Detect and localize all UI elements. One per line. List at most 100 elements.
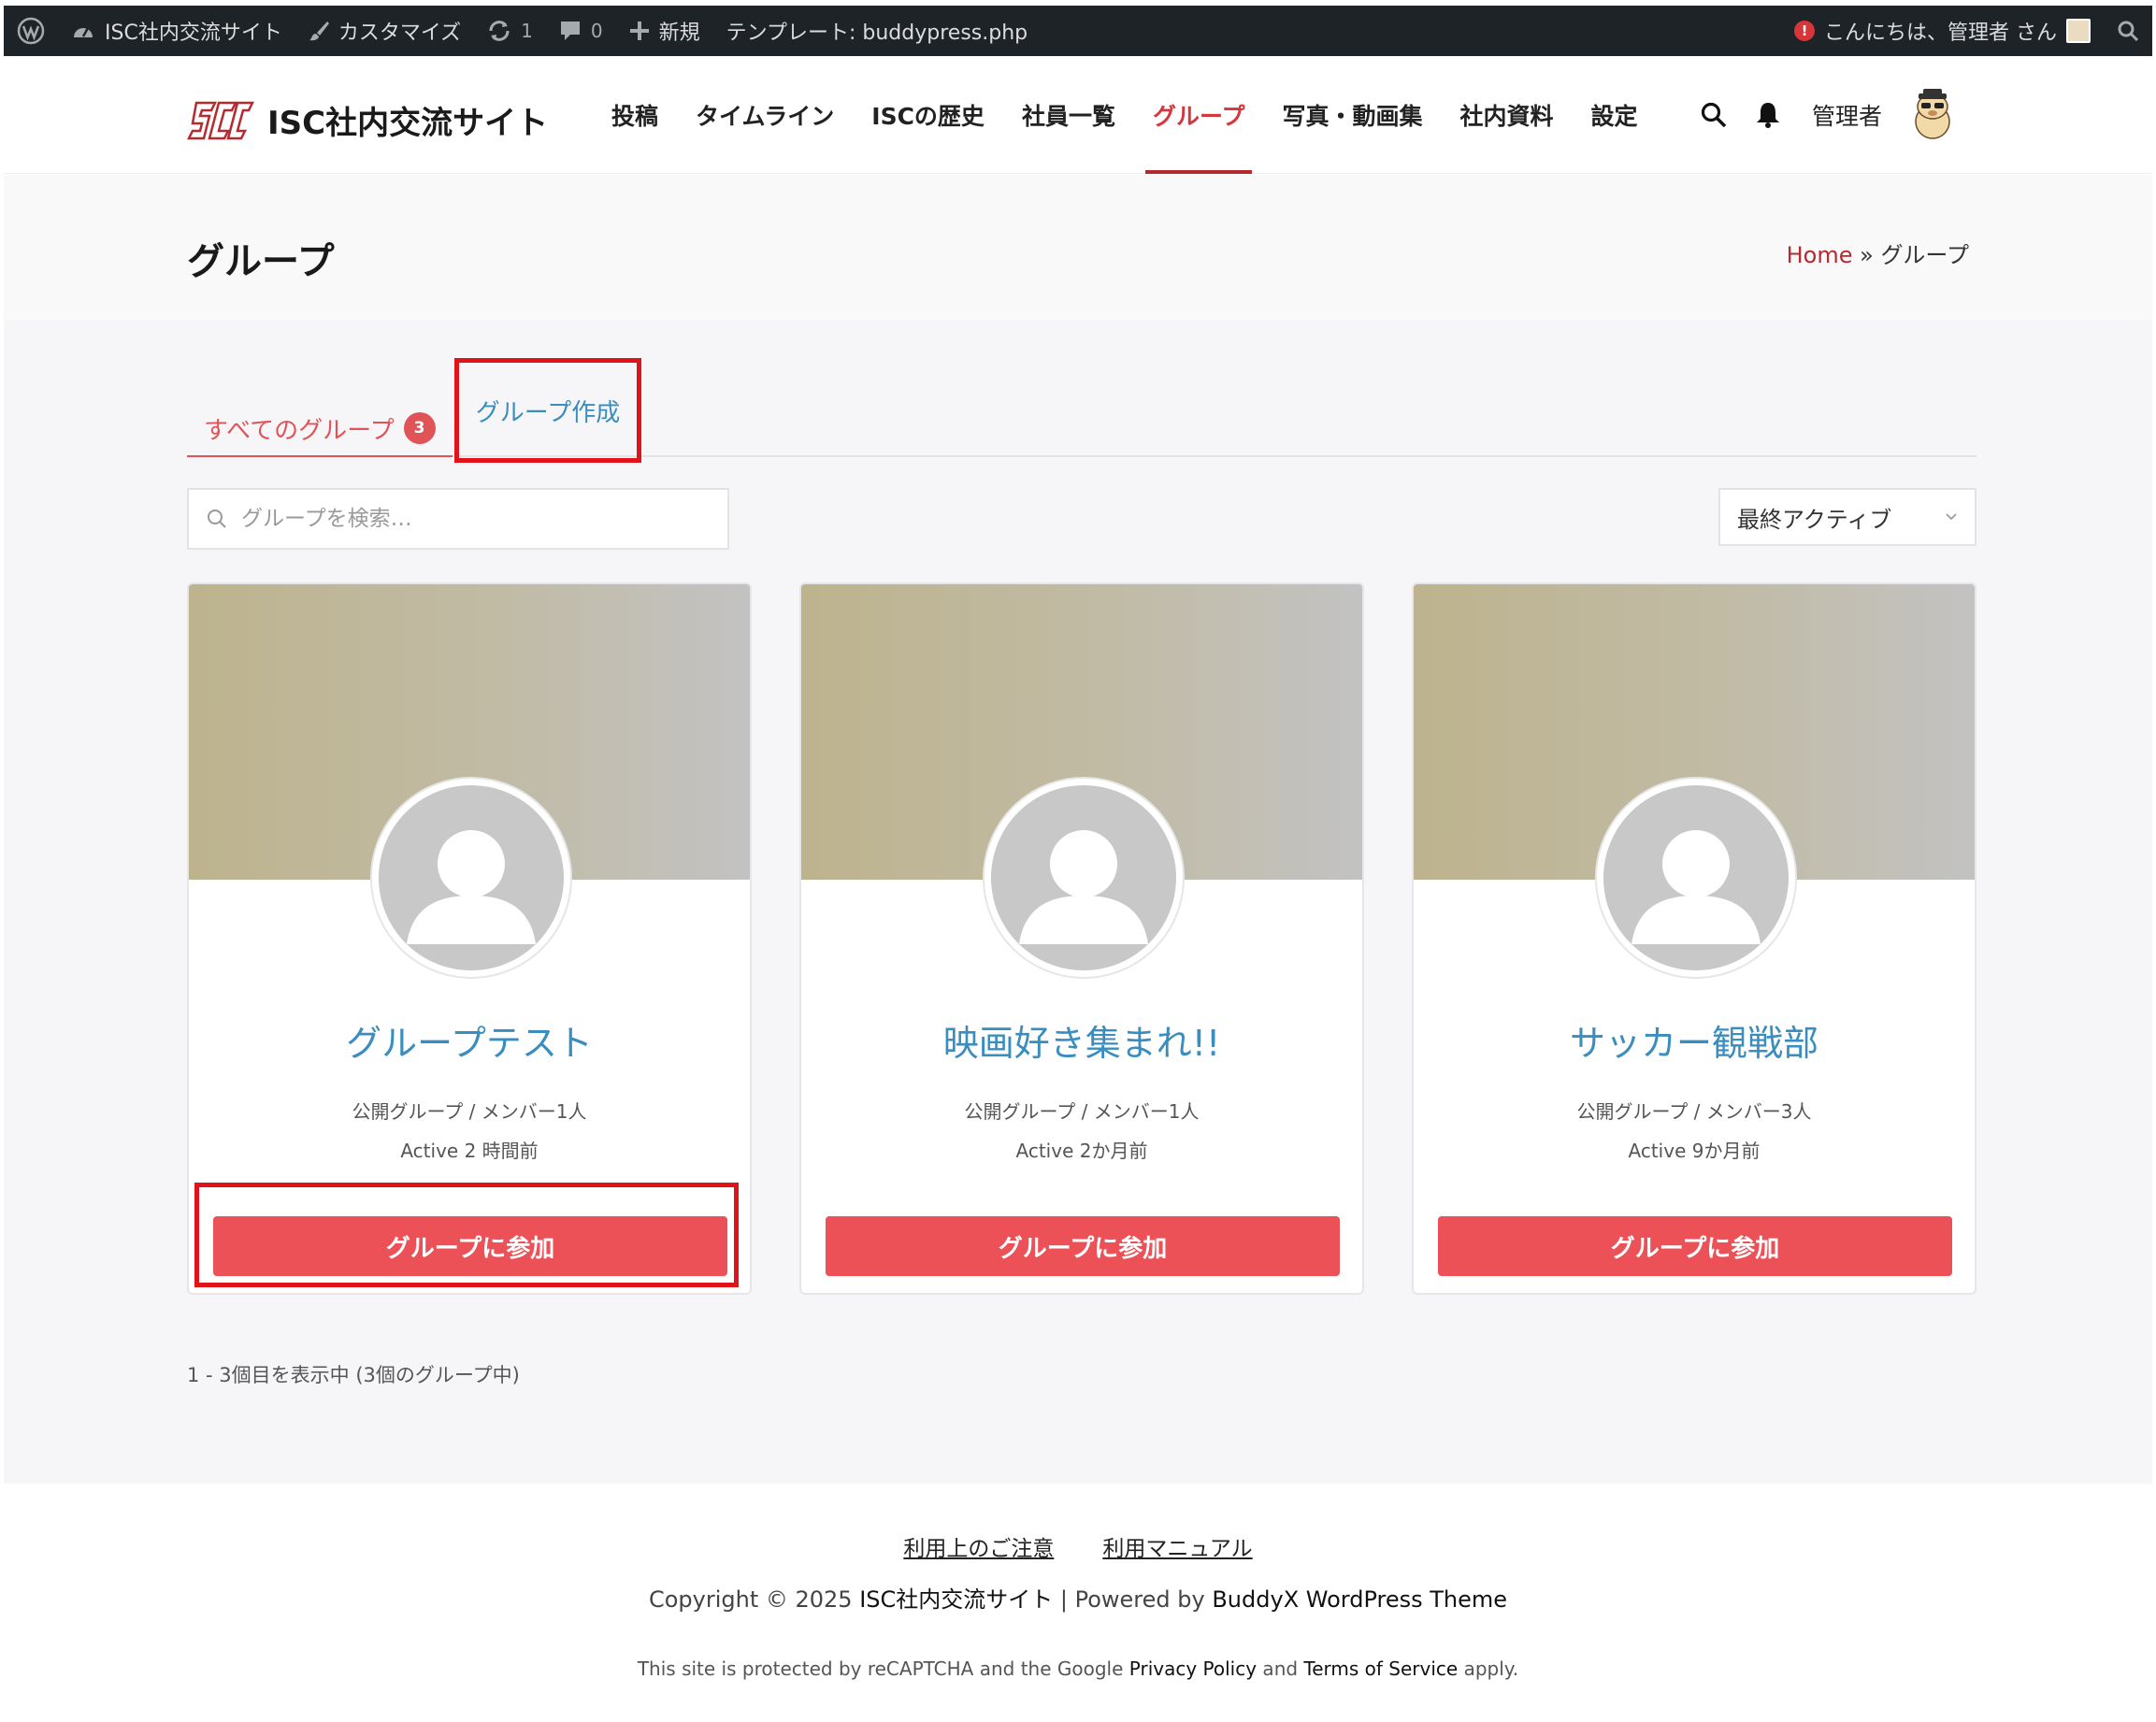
nav-item-groups[interactable]: グループ: [1134, 56, 1264, 174]
header-user-avatar[interactable]: [1904, 87, 1962, 143]
breadcrumb-current: グループ: [1880, 242, 1969, 268]
header-search-button[interactable]: [1698, 99, 1730, 131]
footer-link-manual[interactable]: 利用マニュアル: [1102, 1530, 1252, 1562]
pagination-info: 1 - 3個目を表示中 (3個のグループ中): [187, 1364, 520, 1386]
user-placeholder-icon: [1019, 830, 1148, 944]
user-placeholder-icon: [1631, 830, 1761, 944]
join-group-button[interactable]: グループに参加: [1438, 1216, 1952, 1276]
adminbar-account[interactable]: ! こんにちは、管理者 さん: [1781, 6, 2104, 56]
brush-icon: [309, 22, 329, 41]
copyright-site-link[interactable]: ISC社内交流サイト: [859, 1586, 1053, 1613]
tab-create-group[interactable]: グループ作成: [454, 358, 641, 463]
group-last-active: Active 9か月前: [1628, 1140, 1761, 1162]
privacy-policy-link[interactable]: Privacy Policy: [1129, 1657, 1257, 1680]
plus-icon: [629, 22, 649, 40]
group-card: サッカー観戦部 公開グループ / メンバー3人 Active 9か月前 グループ…: [1412, 582, 1976, 1295]
nav-item-timeline[interactable]: タイムライン: [677, 56, 853, 174]
group-card: 映画好き集まれ!! 公開グループ / メンバー1人 Active 2か月前 グル…: [799, 582, 1364, 1295]
adminbar-template-label: テンプレート: buddypress.php: [726, 22, 1028, 45]
footer-links: 利用上のご注意 利用マニュアル: [4, 1530, 2152, 1562]
site-header: ISC社内交流サイト 投稿 タイムライン ISCの歴史 社員一覧 グループ 写真…: [4, 56, 2152, 174]
group-meta: 公開グループ / メンバー1人: [964, 1100, 1200, 1123]
group-last-active: Active 2 時間前: [400, 1140, 539, 1162]
join-group-button[interactable]: グループに参加: [826, 1216, 1340, 1276]
bear-mascot-icon: [1915, 89, 1950, 139]
groups-count-badge: 3: [403, 412, 436, 444]
tab-all-groups-label: すべてのグループ: [204, 416, 395, 445]
adminbar-updates-count: 1: [521, 20, 533, 42]
site-title: ISC社内交流サイト: [267, 105, 549, 142]
group-avatar[interactable]: [372, 779, 570, 977]
adminbar-site-label: ISC社内交流サイト: [105, 22, 282, 45]
notice-icon: !: [1794, 21, 1815, 41]
page-header: グループ Home » グループ: [4, 175, 2152, 321]
recaptcha-suffix: apply.: [1458, 1657, 1519, 1680]
group-sort-select[interactable]: 最終アクティブ: [1718, 488, 1976, 546]
footer-link-notice[interactable]: 利用上のご注意: [903, 1530, 1054, 1562]
chevron-down-icon: [1946, 513, 1957, 521]
logo-mark-icon: [187, 101, 254, 139]
page-title: グループ: [187, 240, 335, 283]
adminbar-updates[interactable]: 1: [474, 6, 546, 56]
search-icon: [208, 509, 226, 528]
group-last-active: Active 2か月前: [1015, 1140, 1148, 1162]
copyright-mid: | Powered by: [1053, 1586, 1213, 1613]
nav-item-settings[interactable]: 設定: [1573, 56, 1657, 174]
site-footer: 利用上のご注意 利用マニュアル Copyright © 2025 ISC社内交流…: [4, 1484, 2152, 1718]
refresh-icon: [489, 21, 510, 41]
group-avatar[interactable]: [985, 779, 1183, 977]
recaptcha-and: and: [1257, 1657, 1304, 1680]
group-sort-value: 最終アクティブ: [1737, 506, 1892, 533]
groups-tabs: すべてのグループ 3 グループ作成: [187, 358, 1976, 463]
tab-create-group-label: グループ作成: [475, 398, 621, 427]
nav-item-members[interactable]: 社員一覧: [1003, 56, 1134, 174]
adminbar-site-name[interactable]: ISC社内交流サイト: [58, 6, 295, 56]
copyright-prefix: Copyright © 2025: [648, 1586, 860, 1613]
theme-link[interactable]: BuddyX WordPress Theme: [1212, 1586, 1507, 1613]
notifications-button[interactable]: [1752, 99, 1784, 131]
group-meta: 公開グループ / メンバー1人: [352, 1100, 587, 1123]
nav-item-media[interactable]: 写真・動画集: [1263, 56, 1441, 174]
adminbar-customize-label: カスタマイズ: [338, 22, 462, 45]
group-name-link[interactable]: グループテスト: [189, 1014, 750, 1066]
group-meta: 公開グループ / メンバー3人: [1576, 1100, 1812, 1123]
adminbar-new[interactable]: 新規: [616, 6, 713, 56]
breadcrumb-separator: »: [1852, 242, 1881, 268]
recaptcha-prefix: This site is protected by reCAPTCHA and …: [637, 1657, 1129, 1680]
wordpress-icon: [17, 17, 45, 45]
recaptcha-notice: This site is protected by reCAPTCHA and …: [4, 1657, 2152, 1680]
terms-link[interactable]: Terms of Service: [1303, 1657, 1458, 1680]
header-user-name[interactable]: 管理者: [1812, 98, 1882, 132]
group-name-link[interactable]: 映画好き集まれ!!: [801, 1014, 1362, 1066]
adminbar-avatar: [2066, 19, 2091, 43]
nav-item-history[interactable]: ISCの歴史: [853, 56, 1003, 174]
breadcrumb-home-link[interactable]: Home: [1787, 242, 1853, 268]
breadcrumb: Home » グループ: [1787, 237, 1969, 269]
wp-admin-bar: ISC社内交流サイト カスタマイズ 1 0 新規 テンプレート: buddypr…: [4, 6, 2152, 56]
adminbar-customize[interactable]: カスタマイズ: [295, 6, 474, 56]
group-avatar[interactable]: [1597, 779, 1795, 977]
adminbar-comments-count: 0: [590, 20, 603, 42]
adminbar-search[interactable]: [2104, 6, 2152, 56]
adminbar-new-label: 新規: [658, 22, 700, 45]
adminbar-template[interactable]: テンプレート: buddypress.php: [713, 6, 1041, 56]
tab-all-groups[interactable]: すべてのグループ 3: [187, 401, 453, 457]
groups-grid: グループテスト 公開グループ / メンバー1人 Active 2 時間前 グルー…: [187, 582, 1976, 1295]
adminbar-greeting: こんにちは、管理者 さん: [1824, 22, 2057, 45]
group-search-input[interactable]: [241, 507, 690, 531]
join-group-button[interactable]: グループに参加: [213, 1216, 727, 1276]
bell-icon: [1757, 103, 1779, 128]
group-name-link[interactable]: サッカー観戦部: [1414, 1014, 1975, 1066]
comment-icon: [560, 22, 580, 40]
nav-item-posts[interactable]: 投稿: [593, 56, 677, 174]
group-card: グループテスト 公開グループ / メンバー1人 Active 2 時間前 グルー…: [187, 582, 752, 1295]
search-icon: [1701, 102, 1727, 128]
site-logo[interactable]: ISC社内交流サイト: [187, 97, 548, 143]
nav-item-documents[interactable]: 社内資料: [1441, 56, 1572, 174]
primary-nav: 投稿 タイムライン ISCの歴史 社員一覧 グループ 写真・動画集 社内資料 設…: [593, 56, 1657, 174]
user-placeholder-icon: [407, 830, 536, 944]
search-icon: [2118, 21, 2139, 42]
adminbar-comments[interactable]: 0: [546, 6, 616, 56]
header-tools: 管理者: [1698, 56, 1962, 174]
wp-logo-menu[interactable]: [4, 6, 58, 56]
